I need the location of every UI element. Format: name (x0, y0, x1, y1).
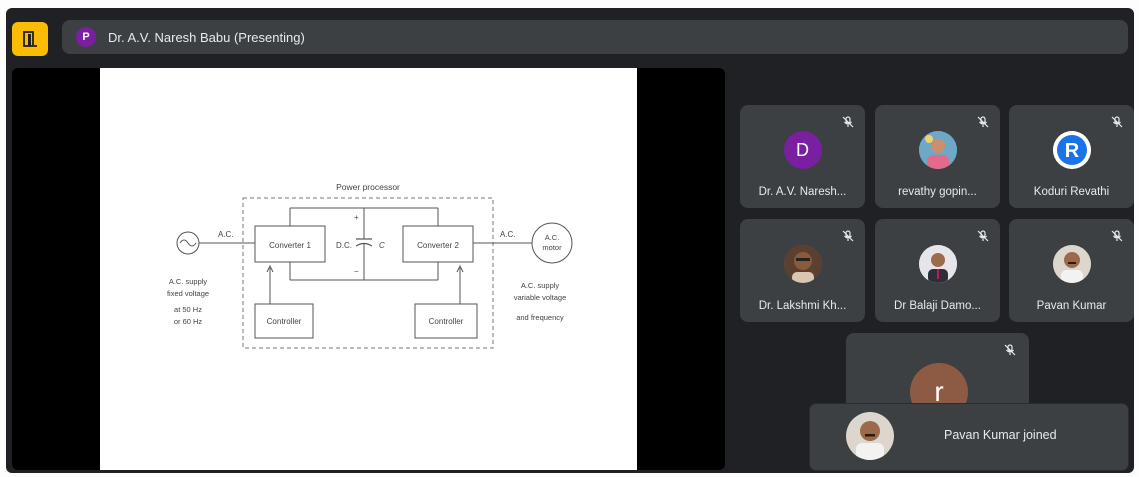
converter-2-label: Converter 2 (417, 241, 459, 250)
dc-label: D.C. (336, 241, 352, 250)
person-photo-icon (1052, 245, 1091, 283)
participant-tile[interactable]: D Dr. A.V. Naresh... (740, 105, 865, 208)
person-photo-icon (918, 131, 957, 169)
participant-tile[interactable]: Dr Balaji Damo... (875, 219, 1000, 322)
avatar: D (783, 131, 822, 169)
avatar: R (1052, 131, 1091, 169)
dc-minus: − (354, 267, 359, 276)
presenter-label: Dr. A.V. Naresh Babu (Presenting) (108, 29, 305, 45)
mic-off-icon (1108, 227, 1126, 245)
participant-name: Dr Balaji Damo... (894, 300, 981, 312)
left-caption-2: fixed voltage (167, 289, 209, 298)
ac-right-label: A.C. (500, 230, 516, 239)
right-caption-2: variable voltage (514, 293, 567, 302)
exit-button[interactable] (12, 22, 48, 56)
mic-off-icon (974, 227, 992, 245)
person-photo-icon (783, 245, 822, 283)
mic-off-icon (1003, 343, 1017, 362)
participant-name: revathy gopin... (898, 186, 977, 198)
participant-tile[interactable]: Dr. Lakshmi Kh... (740, 219, 865, 322)
toast-avatar (846, 412, 894, 460)
person-photo-icon (846, 412, 894, 460)
avatar (918, 245, 957, 283)
participant-name: Dr. A.V. Naresh... (758, 186, 847, 198)
controller-1-label: Controller (267, 317, 302, 326)
door-icon (23, 31, 37, 47)
participant-tile[interactable]: R Koduri Revathi (1009, 105, 1134, 208)
mic-off-icon (1108, 113, 1126, 131)
logo-initial: R (1064, 140, 1079, 162)
converter-1-label: Converter 1 (269, 241, 311, 250)
capacitor-label: C (379, 241, 385, 250)
mic-off-icon (839, 113, 857, 131)
mic-off-icon (839, 227, 857, 245)
dc-plus: + (354, 213, 359, 222)
presenter-bar[interactable]: P Dr. A.V. Naresh Babu (Presenting) (62, 20, 1128, 54)
presentation-stage[interactable]: Power processor A.C. Converter 1 + − D.C… (12, 68, 725, 470)
participant-name: Dr. Lakshmi Kh... (758, 300, 847, 312)
mic-off-icon (974, 113, 992, 131)
toast-message: Pavan Kumar joined (944, 428, 1057, 442)
join-notification: Pavan Kumar joined (810, 404, 1128, 470)
ac-left-label: A.C. (218, 230, 234, 239)
person-photo-icon (918, 245, 957, 283)
avatar (918, 131, 957, 169)
presentation-slide: Power processor A.C. Converter 1 + − D.C… (100, 68, 637, 470)
left-caption-3: at 50 Hz (174, 305, 202, 314)
right-caption-3: and frequency (516, 313, 564, 322)
participant-name: Koduri Revathi (1033, 186, 1110, 198)
avatar (1052, 245, 1091, 283)
controller-2-label: Controller (429, 317, 464, 326)
r-logo-icon: R (1052, 131, 1091, 169)
avatar-initial: D (796, 139, 809, 160)
avatar (783, 245, 822, 283)
left-caption-1: A.C. supply (169, 277, 208, 286)
left-caption-4: or 60 Hz (174, 317, 203, 326)
meet-window: P Dr. A.V. Naresh Babu (Presenting) Powe… (6, 8, 1134, 473)
participant-tile[interactable]: revathy gopin... (875, 105, 1000, 208)
power-processor-label: Power processor (336, 182, 400, 192)
motor-label-line2: motor (542, 243, 562, 252)
participant-name: Pavan Kumar (1036, 300, 1107, 312)
participant-tile[interactable]: Pavan Kumar (1009, 219, 1134, 322)
presenter-avatar: P (76, 27, 96, 47)
motor-label-line1: A.C. (545, 233, 560, 242)
right-caption-1: A.C. supply (521, 281, 560, 290)
block-diagram: Power processor A.C. Converter 1 + − D.C… (167, 182, 573, 349)
